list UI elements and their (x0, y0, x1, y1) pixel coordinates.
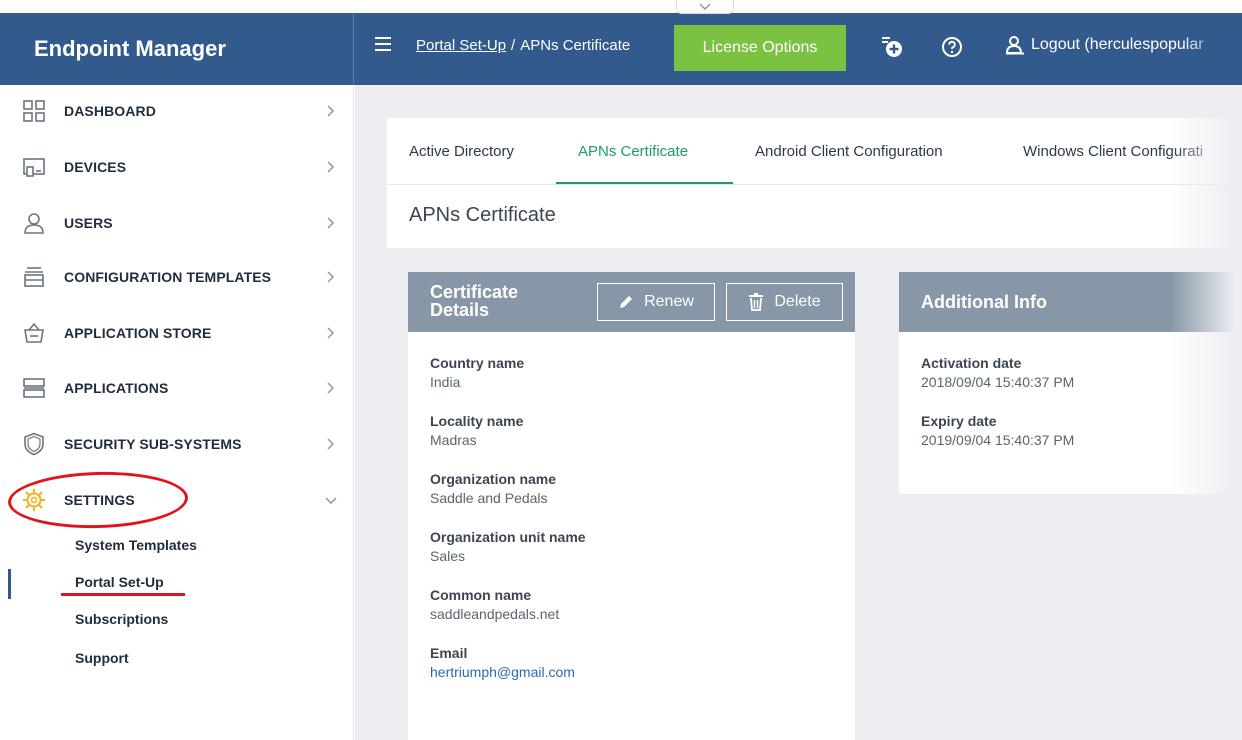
field-label: Activation date (921, 355, 1022, 371)
app-store-icon (24, 322, 44, 343)
field-label: Country name (430, 355, 525, 371)
tab-apns-certificate[interactable]: APNs Certificate (578, 118, 688, 184)
field-value: 2019/09/04 15:40:37 PM (921, 432, 1075, 448)
field-label: Email (430, 645, 468, 661)
sidebar-subitem-label: Support (75, 650, 129, 666)
collapse-header-tab[interactable] (676, 0, 734, 14)
sidebar-item-configuration-templates[interactable]: CONFIGURATION TEMPLATES (0, 257, 354, 297)
logout-link[interactable]: Logout (herculespopular (1005, 35, 1204, 55)
sidebar-subitem-portal-setup[interactable]: Portal Set-Up (0, 569, 354, 599)
sidebar-item-label: APPLICATIONS (64, 380, 169, 396)
field-value: Sales (430, 548, 466, 564)
page-title: APNs Certificate (409, 204, 556, 226)
help-icon[interactable] (940, 35, 964, 59)
user-icon (1005, 36, 1024, 55)
add-enroll-icon[interactable] (880, 35, 904, 59)
breadcrumb: Portal Set-Up / APNs Certificate (416, 37, 630, 54)
tab-android-client-configuration[interactable]: Android Client Configuration (755, 118, 943, 184)
renew-label: Renew (644, 293, 694, 310)
field-value: 2018/09/04 15:40:37 PM (921, 374, 1075, 390)
sidebar-item-dashboard[interactable]: DASHBOARD (0, 91, 354, 131)
breadcrumb-current: APNs Certificate (520, 37, 631, 54)
email-link[interactable]: hertriumph@gmail.com (430, 664, 575, 680)
additional-info-card: Additional Info Activation date 2018/09/… (899, 272, 1242, 494)
tab-active-directory[interactable]: Active Directory (409, 118, 514, 184)
app-window: Endpoint Manager Portal Set-Up / APNs Cert… (0, 0, 1242, 740)
pencil-icon (620, 296, 633, 308)
field-value: Madras (430, 432, 477, 448)
sidebar-item-devices[interactable]: DEVICES (0, 147, 354, 187)
chevron-right-icon (327, 327, 334, 339)
sidebar-subitem-label: Subscriptions (75, 611, 169, 627)
chevron-right-icon (327, 271, 334, 283)
divider (387, 184, 1242, 185)
sidebar: DASHBOARD DEVICES USERS CONFIGURATION TE… (0, 85, 354, 740)
menu-toggle-icon[interactable] (375, 37, 391, 51)
sidebar-item-label: CONFIGURATION TEMPLATES (64, 269, 272, 285)
field-label: Expiry date (921, 413, 997, 429)
devices-icon (23, 158, 45, 177)
sidebar-subitem-subscriptions[interactable]: Subscriptions (0, 606, 354, 634)
field-label: Organization unit name (430, 529, 586, 545)
card-header: Additional Info (899, 272, 1242, 332)
field-label: Locality name (430, 413, 524, 429)
sidebar-item-label: USERS (64, 215, 113, 231)
sidebar-subitem-label: System Templates (75, 537, 197, 553)
sidebar-item-label: DASHBOARD (64, 103, 156, 119)
app-title: Endpoint Manager (0, 13, 354, 85)
sidebar-item-security-sub-systems[interactable]: SECURITY SUB-SYSTEMS (0, 424, 354, 464)
chevron-right-icon (327, 105, 334, 117)
logout-label: Logout (herculespopular (1031, 36, 1204, 53)
top-bar: Endpoint Manager Portal Set-Up / APNs Cert… (0, 13, 1242, 85)
card-title: Additional Info (921, 292, 1047, 312)
card-title: Certificate Details (430, 283, 518, 319)
card-header: Certificate Details Renew Delete (408, 272, 855, 332)
dashboard-icon (23, 100, 45, 122)
tabs-fade (1202, 118, 1242, 184)
user-icon (24, 213, 44, 234)
renew-button[interactable]: Renew (597, 283, 715, 321)
card-title-line: Details (430, 300, 490, 320)
header-fade (1182, 13, 1242, 85)
tab-windows-client-configuration[interactable]: Windows Client Configurati (1023, 118, 1203, 184)
breadcrumb-portal-setup[interactable]: Portal Set-Up (416, 37, 506, 54)
certificate-details-card: Certificate Details Renew Delete Country… (408, 272, 855, 740)
card-title-line: Certificate (430, 282, 519, 302)
sidebar-item-applications[interactable]: APPLICATIONS (0, 368, 354, 408)
sidebar-subitem-system-templates[interactable]: System Templates (0, 532, 354, 560)
chevron-right-icon (327, 382, 334, 394)
sidebar-item-label: SECURITY SUB-SYSTEMS (64, 436, 242, 452)
chevron-down-icon (325, 497, 337, 504)
sidebar-item-label: DEVICES (64, 159, 127, 175)
license-options-button[interactable]: License Options (674, 25, 846, 71)
chevron-right-icon (327, 438, 334, 450)
sidebar-subitem-label: Portal Set-Up (75, 574, 164, 590)
tabs-panel: Active Directory APNs Certificate Androi… (387, 118, 1242, 248)
active-indicator (8, 569, 11, 599)
shield-icon (24, 432, 44, 456)
delete-label: Delete (774, 293, 821, 310)
applications-icon (23, 378, 45, 398)
field-label: Common name (430, 587, 532, 603)
delete-button[interactable]: Delete (726, 283, 843, 321)
sidebar-item-users[interactable]: USERS (0, 203, 354, 243)
templates-icon (24, 267, 44, 287)
chevron-down-icon (699, 3, 711, 10)
field-label: Organization name (430, 471, 557, 487)
sidebar-item-label: SETTINGS (64, 492, 135, 508)
sidebar-subitem-support[interactable]: Support (0, 645, 354, 673)
gear-icon (23, 489, 45, 511)
trash-icon (749, 293, 764, 311)
field-value: India (430, 374, 461, 390)
field-value: saddleandpedals.net (430, 606, 560, 622)
main-content: Active Directory APNs Certificate Androi… (355, 85, 1242, 740)
chevron-right-icon (327, 217, 334, 229)
chevron-right-icon (327, 161, 334, 173)
field-value: Saddle and Pedals (430, 490, 548, 506)
sidebar-item-application-store[interactable]: APPLICATION STORE (0, 313, 354, 353)
sidebar-item-settings[interactable]: SETTINGS (0, 480, 354, 520)
breadcrumb-separator: / (511, 37, 516, 54)
sidebar-item-label: APPLICATION STORE (64, 325, 212, 341)
